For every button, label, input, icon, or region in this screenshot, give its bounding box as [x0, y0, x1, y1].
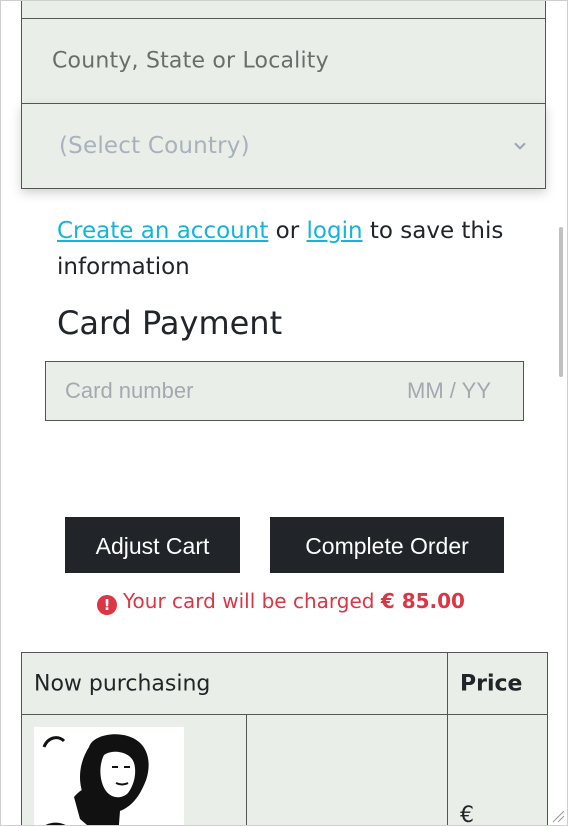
- country-select[interactable]: (Select Country): [21, 103, 546, 189]
- or-text: or: [275, 218, 300, 244]
- header-price: Price: [460, 671, 523, 696]
- card-expiry-placeholder: MM / YY: [407, 378, 491, 403]
- product-price-cell: €: [447, 714, 548, 826]
- adjust-cart-button[interactable]: Adjust Cart: [65, 517, 240, 573]
- scrollbar-thumb[interactable]: [559, 227, 563, 377]
- save-info-text: Create an account or login to save this …: [57, 213, 527, 285]
- country-selected-value: (Select Country): [59, 133, 250, 159]
- address-field-previous[interactable]: [21, 1, 546, 19]
- county-placeholder: County, State or Locality: [52, 48, 329, 74]
- resize-grip-icon[interactable]: [549, 807, 565, 823]
- card-input[interactable]: Card number MM / YY: [45, 361, 524, 421]
- page-frame: County, State or Locality (Select Countr…: [0, 0, 568, 826]
- complete-order-button[interactable]: Complete Order: [270, 517, 504, 573]
- product-name-cell: [246, 714, 448, 825]
- charge-notice: ! Your card will be charged € 85.00: [97, 587, 465, 615]
- card-number-placeholder: Card number: [65, 378, 194, 403]
- product-image-cell: [21, 714, 247, 825]
- alert-icon: !: [97, 595, 117, 615]
- charge-amount: € 85.00: [380, 589, 465, 613]
- charge-prefix: Your card will be charged: [123, 589, 375, 613]
- county-input[interactable]: County, State or Locality: [21, 18, 546, 104]
- card-payment-title: Card Payment: [57, 304, 283, 342]
- product-image: [34, 727, 184, 825]
- header-price-cell: Price: [447, 652, 548, 715]
- product-price: €: [460, 803, 474, 826]
- login-link[interactable]: login: [307, 218, 363, 244]
- create-account-link[interactable]: Create an account: [57, 218, 268, 244]
- chevron-down-icon: [514, 142, 526, 150]
- header-item-cell: Now purchasing: [21, 652, 448, 715]
- header-item: Now purchasing: [34, 671, 211, 696]
